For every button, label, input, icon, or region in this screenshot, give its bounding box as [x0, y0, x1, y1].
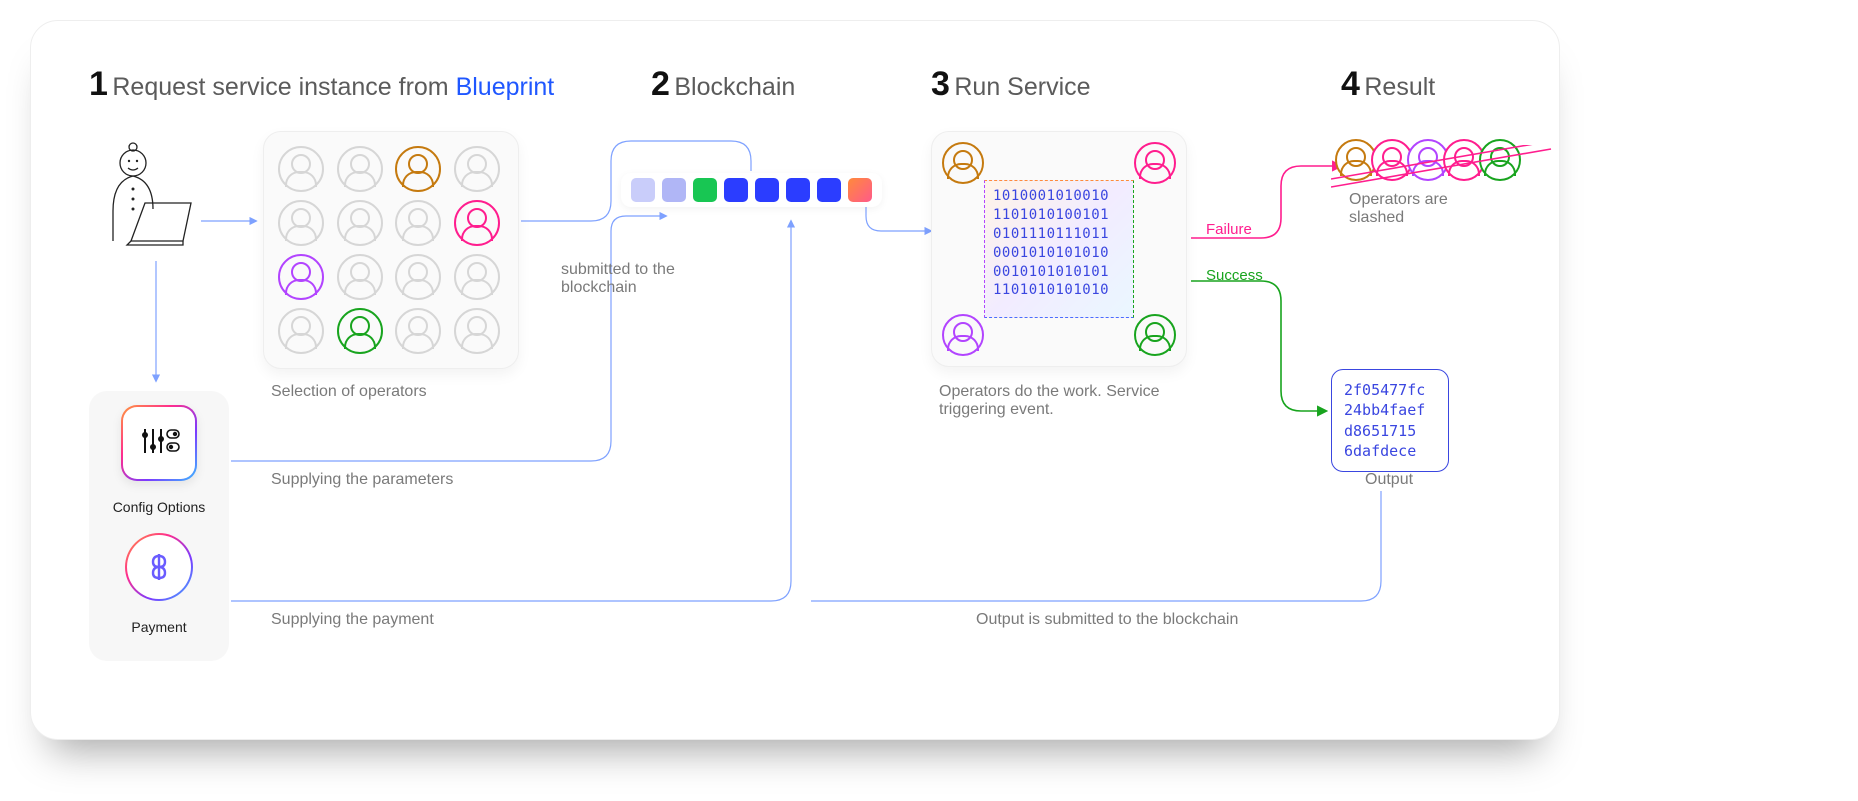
blockchain-icon [621, 173, 882, 207]
config-payment-panel: Config Options Payment [89, 391, 229, 661]
block-icon [848, 178, 872, 202]
operator-icon-selected [337, 308, 383, 354]
step-1-title-b: Blueprint [456, 73, 555, 101]
block-icon [817, 178, 841, 202]
operator-icon-selected [395, 146, 441, 192]
block-icon [755, 178, 779, 202]
step-1-header: 1 Request service instance from Blueprin… [89, 65, 554, 104]
operator-icon [1134, 142, 1176, 184]
step-3-header: 3 Run Service [931, 65, 1091, 104]
selection-caption: Selection of operators [271, 383, 427, 401]
operator-icon-selected [278, 254, 324, 300]
operator-icon [454, 254, 500, 300]
operator-icon [454, 146, 500, 192]
step-2-number: 2 [651, 65, 670, 103]
success-label: Success [1206, 267, 1263, 284]
output-submitted-caption: Output is submitted to the blockchain [976, 611, 1238, 629]
operator-icon [454, 308, 500, 354]
binary-line: 0101110111011 [993, 225, 1125, 244]
output-line: 2f05477fc [1344, 380, 1436, 400]
operator-icon [278, 146, 324, 192]
step-4-header: 4 Result [1341, 65, 1435, 104]
binary-line: 1101010101010 [993, 281, 1125, 300]
payment-icon [125, 533, 193, 601]
operator-icon [278, 200, 324, 246]
payment-label: Payment [131, 619, 186, 635]
operator-icon [395, 200, 441, 246]
step-1-title-a: Request service instance from [112, 73, 455, 101]
operator-icon [337, 254, 383, 300]
operator-icon [337, 146, 383, 192]
user-illustration [83, 141, 203, 261]
block-icon [662, 178, 686, 202]
binary-line: 0010101010101 [993, 263, 1125, 282]
step-2-title: Blockchain [674, 73, 795, 101]
failure-label: Failure [1206, 221, 1252, 238]
step-4-title: Result [1364, 73, 1435, 101]
slashed-caption: Operators are slashed [1349, 191, 1489, 227]
output-label: Output [1365, 471, 1413, 489]
supply-params-caption: Supplying the parameters [271, 471, 453, 489]
operator-icon-selected [454, 200, 500, 246]
config-options-icon [121, 405, 197, 481]
submitted-caption: submitted to the blockchain [561, 261, 711, 297]
binary-line: 0001010101010 [993, 244, 1125, 263]
block-icon [786, 178, 810, 202]
block-icon [693, 178, 717, 202]
operator-icon [1479, 139, 1521, 181]
step-4-number: 4 [1341, 65, 1360, 103]
operator-icon [942, 314, 984, 356]
step-3-number: 3 [931, 65, 950, 103]
run-desc-caption: Operators do the work. Service triggerin… [939, 383, 1169, 419]
supply-payment-caption: Supplying the payment [271, 611, 434, 629]
diagram-card: 1 Request service instance from Blueprin… [30, 20, 1560, 740]
operator-icon [942, 142, 984, 184]
operator-icon [395, 308, 441, 354]
output-line: 24bb4faef [1344, 400, 1436, 420]
output-line: 6dafdece [1344, 441, 1436, 461]
step-2-header: 2 Blockchain [651, 65, 795, 104]
operator-icon [337, 200, 383, 246]
config-label: Config Options [113, 499, 206, 515]
output-line: d8651715 [1344, 421, 1436, 441]
operator-icon [395, 254, 441, 300]
step-3-title: Run Service [954, 73, 1090, 101]
binary-line: 1010001010010 [993, 187, 1125, 206]
output-box: 2f05477fc 24bb4faef d8651715 6dafdece [1331, 369, 1449, 472]
block-icon [724, 178, 748, 202]
block-icon [631, 178, 655, 202]
binary-line: 1101010100101 [993, 206, 1125, 225]
binary-data: 1010001010010 1101010100101 010111011101… [984, 180, 1134, 318]
slashed-operators [1341, 139, 1521, 181]
operator-icon [278, 308, 324, 354]
step-1-number: 1 [89, 65, 108, 103]
operator-grid [263, 131, 519, 369]
run-service-box: 1010001010010 1101010100101 010111011101… [931, 131, 1187, 367]
operator-icon [1134, 314, 1176, 356]
